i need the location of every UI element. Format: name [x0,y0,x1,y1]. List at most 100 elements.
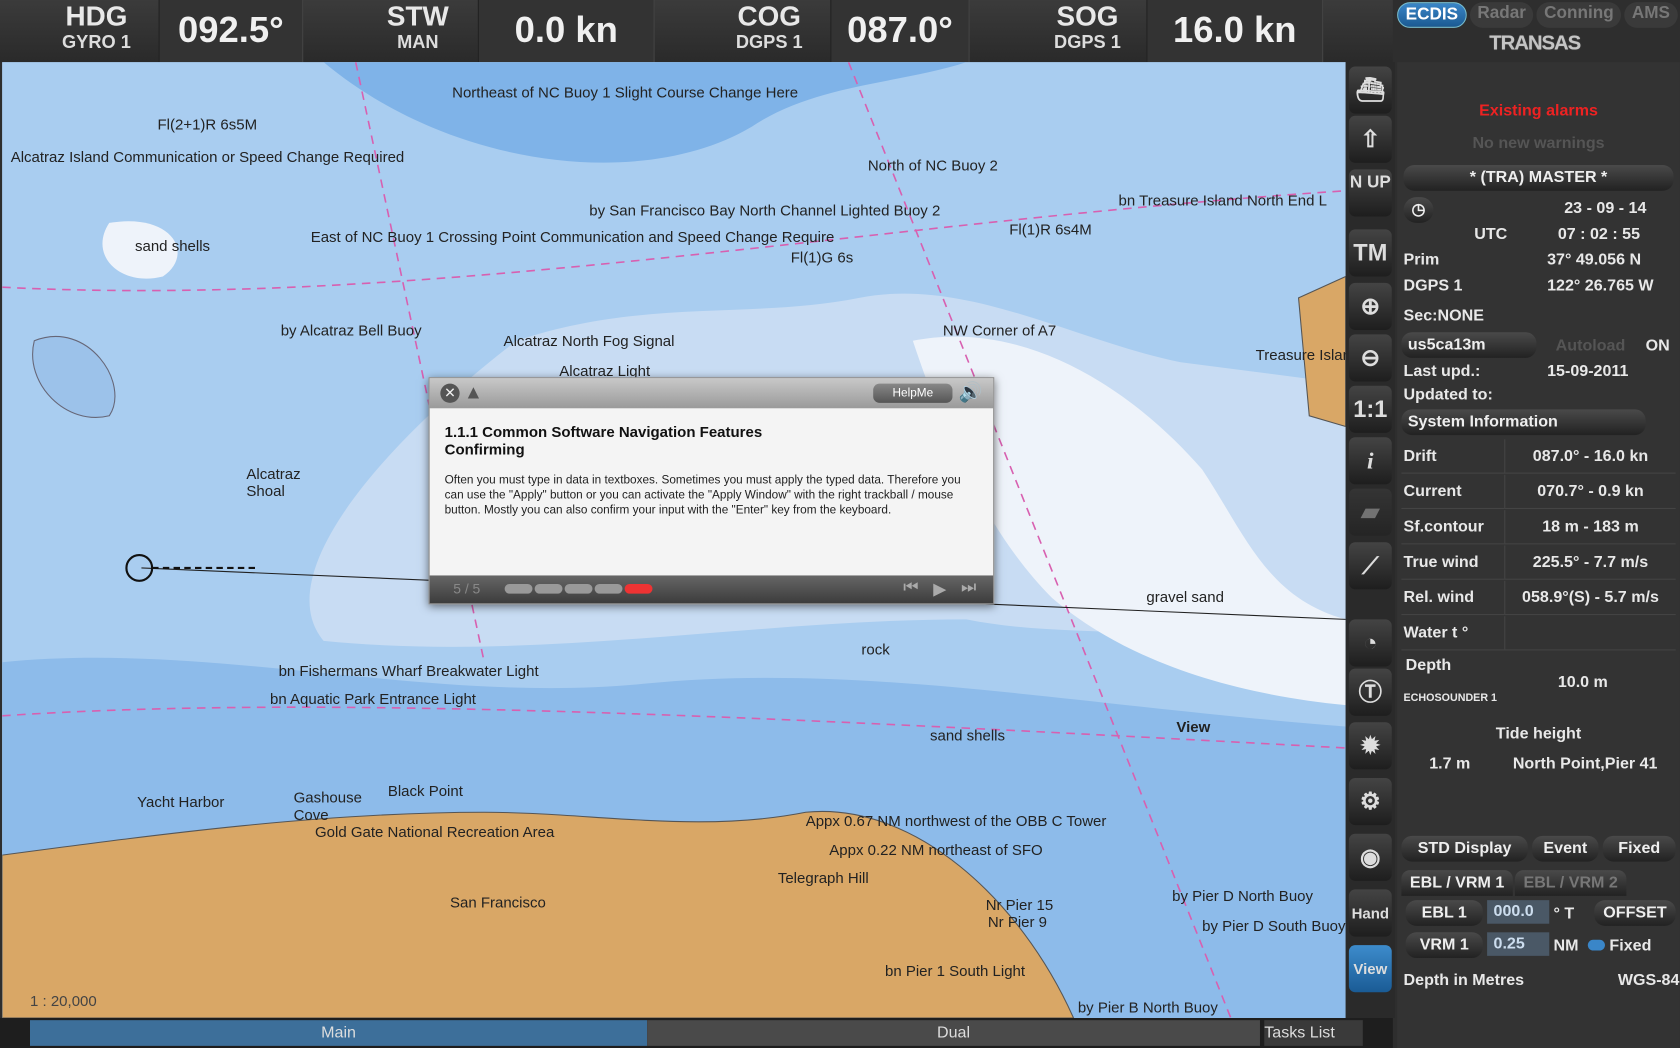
first-page-button[interactable]: ⏮ [903,579,918,598]
std-display-button[interactable]: STD Display [1401,835,1528,862]
true-motion-button[interactable]: TM [1348,229,1392,277]
datum: WGS-84 [1617,970,1680,990]
user-select[interactable]: * (TRA) MASTER * [1403,165,1674,191]
secondary-source: Sec:NONE [1403,306,1484,325]
map-label: Nr Pier 9 [987,913,1048,931]
map-label: rock [861,640,890,658]
hdg-source[interactable]: GYRO 1 [43,32,150,53]
map-label: Fl(1)R 6s4M [1009,220,1092,238]
dialog-header: ✕ ▲ HelpMe 🔊 [429,378,994,409]
info-row-label: Current [1401,475,1505,510]
offset-button[interactable]: OFFSET [1594,900,1676,926]
tab-ebl-vrm-2[interactable]: EBL / VRM 2 [1514,870,1627,896]
prim-label: Prim [1403,250,1440,269]
stw-source[interactable]: MAN [364,32,471,53]
cog-source[interactable]: DGPS 1 [716,32,823,53]
help-dialog: ✕ ▲ HelpMe 🔊 1.1.1 Common Software Navig… [428,377,995,605]
system-information-select[interactable]: System Information [1401,409,1646,436]
own-ship-center-button[interactable]: ⛴ [1348,66,1392,114]
sog-source[interactable]: DGPS 1 [1034,32,1141,53]
vrm1-input[interactable]: 0.25 [1487,932,1550,956]
tab-conning[interactable]: Conning [1536,2,1622,28]
header-bar: HDG GYRO 1 092.5° STW MAN 0.0 kn COG DGPS 1… [0,0,1393,63]
helpme-button[interactable]: HelpMe [873,383,953,403]
time: 07 : 02 : 55 [1557,225,1641,244]
tab-dual[interactable]: Dual [647,1020,1260,1046]
speaker-icon[interactable]: 🔊 [959,381,983,404]
bottom-bar: Main Dual Tasks List [0,1018,1393,1048]
info-row-value: 087.0° - 16.0 kn [1504,439,1676,474]
tide-location: North Point,Pier 41 [1512,754,1658,773]
tab-ebl-vrm-1[interactable]: EBL / VRM 1 [1401,870,1513,896]
tab-ecdis[interactable]: ECDIS [1397,2,1467,28]
last-page-button[interactable]: ⏭ [961,579,976,598]
play-button[interactable]: ▶ [933,579,946,600]
map-label: Gashouse Cove [293,788,362,823]
close-icon[interactable]: ✕ [440,383,460,403]
tab-main[interactable]: Main [29,1020,648,1046]
map-label: sand shells [929,726,1006,744]
settings-button[interactable]: ⚙ [1348,777,1392,826]
map-label: by Pier D North Buoy [1172,887,1314,905]
cog-value: 087.0° [830,0,970,63]
ship-icon: ⛴ [1355,76,1386,103]
info-button[interactable]: i [1348,437,1392,485]
map-label[interactable]: View [1176,718,1210,735]
depth-value: 10.0 m [1557,672,1608,692]
fixed-select[interactable]: Fixed [1602,835,1676,862]
depth-units: Depth in Metres [1403,970,1525,990]
stw-value: 0.0 kn [477,0,655,63]
tab-ams[interactable]: AMS [1624,2,1678,28]
info-row-value: 18 m - 183 m [1504,510,1676,545]
autoload-button[interactable]: Autoload [1556,336,1626,354]
event-button[interactable]: Event [1532,835,1599,862]
display-settings-button[interactable]: ✹ [1348,722,1392,770]
new-warnings[interactable]: No new warnings [1401,133,1675,154]
updated-to-label: Updated to: [1403,385,1493,404]
mode-tabs: ECDIS Radar Conning AMS [1397,2,1678,28]
clock-icon: ◷ [1411,200,1426,219]
dialog-body: Often you must type in data in textboxes… [444,473,961,517]
triangle-icon[interactable]: ▲ [464,381,483,404]
depth-label: Depth [1405,655,1452,675]
chart-overlay-button[interactable]: ◔ [1348,619,1392,667]
vrm-fixed-toggle[interactable]: Fixed [1587,937,1651,955]
ebl1-button[interactable]: EBL 1 [1405,900,1483,926]
tab-radar[interactable]: Radar [1469,2,1534,28]
existing-alarms[interactable]: Existing alarms [1401,101,1675,122]
zoom-out-button[interactable]: ⊖ [1348,334,1392,382]
map-label: Appx 0.22 NM northeast of SFO [829,841,1043,859]
info-row-value: 225.5° - 7.7 m/s [1504,545,1676,580]
target-button[interactable]: ◉ [1348,833,1392,881]
tasks-list-select[interactable]: Tasks List [1264,1020,1363,1046]
map-label: San Francisco [449,893,546,911]
north-up-button[interactable]: N UP [1348,169,1392,217]
info-row-value: 070.7° - 0.9 kn [1504,474,1676,510]
map-label: Fl(1)G 6s [790,248,854,266]
tide-button[interactable]: Ⓣ [1348,668,1392,716]
zoom-in-button[interactable]: ⊕ [1348,282,1392,331]
vrm1-button[interactable]: VRM 1 [1405,932,1483,959]
chart-scale: 1 : 20,000 [29,992,97,1010]
layer-button[interactable]: ▰ [1348,488,1392,536]
map-label: Telegraph Hill [777,869,869,887]
map-label: by Pier D South Buoy [1202,917,1346,935]
hand-button[interactable]: Hand [1348,889,1392,937]
own-ship-up-button[interactable]: ⇧ [1348,115,1392,163]
depth-source: ECHOSOUNDER 1 [1403,692,1498,705]
map-label: NW Corner of A7 [942,321,1057,339]
autoload-state: ON [1645,336,1670,355]
clock-button[interactable]: ◷ [1403,197,1434,223]
info-row-value: 058.9°(S) - 5.7 m/s [1504,580,1676,616]
ebl1-input[interactable]: 000.0 [1487,900,1550,924]
map-label: sand shells [134,236,211,254]
map-label: Gold Gate National Recreation Area [314,822,555,841]
longitude: 122° 26.765 W [1547,276,1654,295]
dialog-footer: 5 / 5 ⏮ ▶ ⏭ [429,575,994,604]
chart-select[interactable]: us5ca13m [1401,332,1537,358]
measure-button[interactable]: ⟋ [1348,542,1392,590]
map-label: by Alcatraz Bell Buoy [280,321,422,339]
tide-label: Tide height [1495,724,1582,743]
scale-1-1-button[interactable]: 1:1 [1348,385,1392,433]
view-button[interactable]: View [1348,945,1392,993]
